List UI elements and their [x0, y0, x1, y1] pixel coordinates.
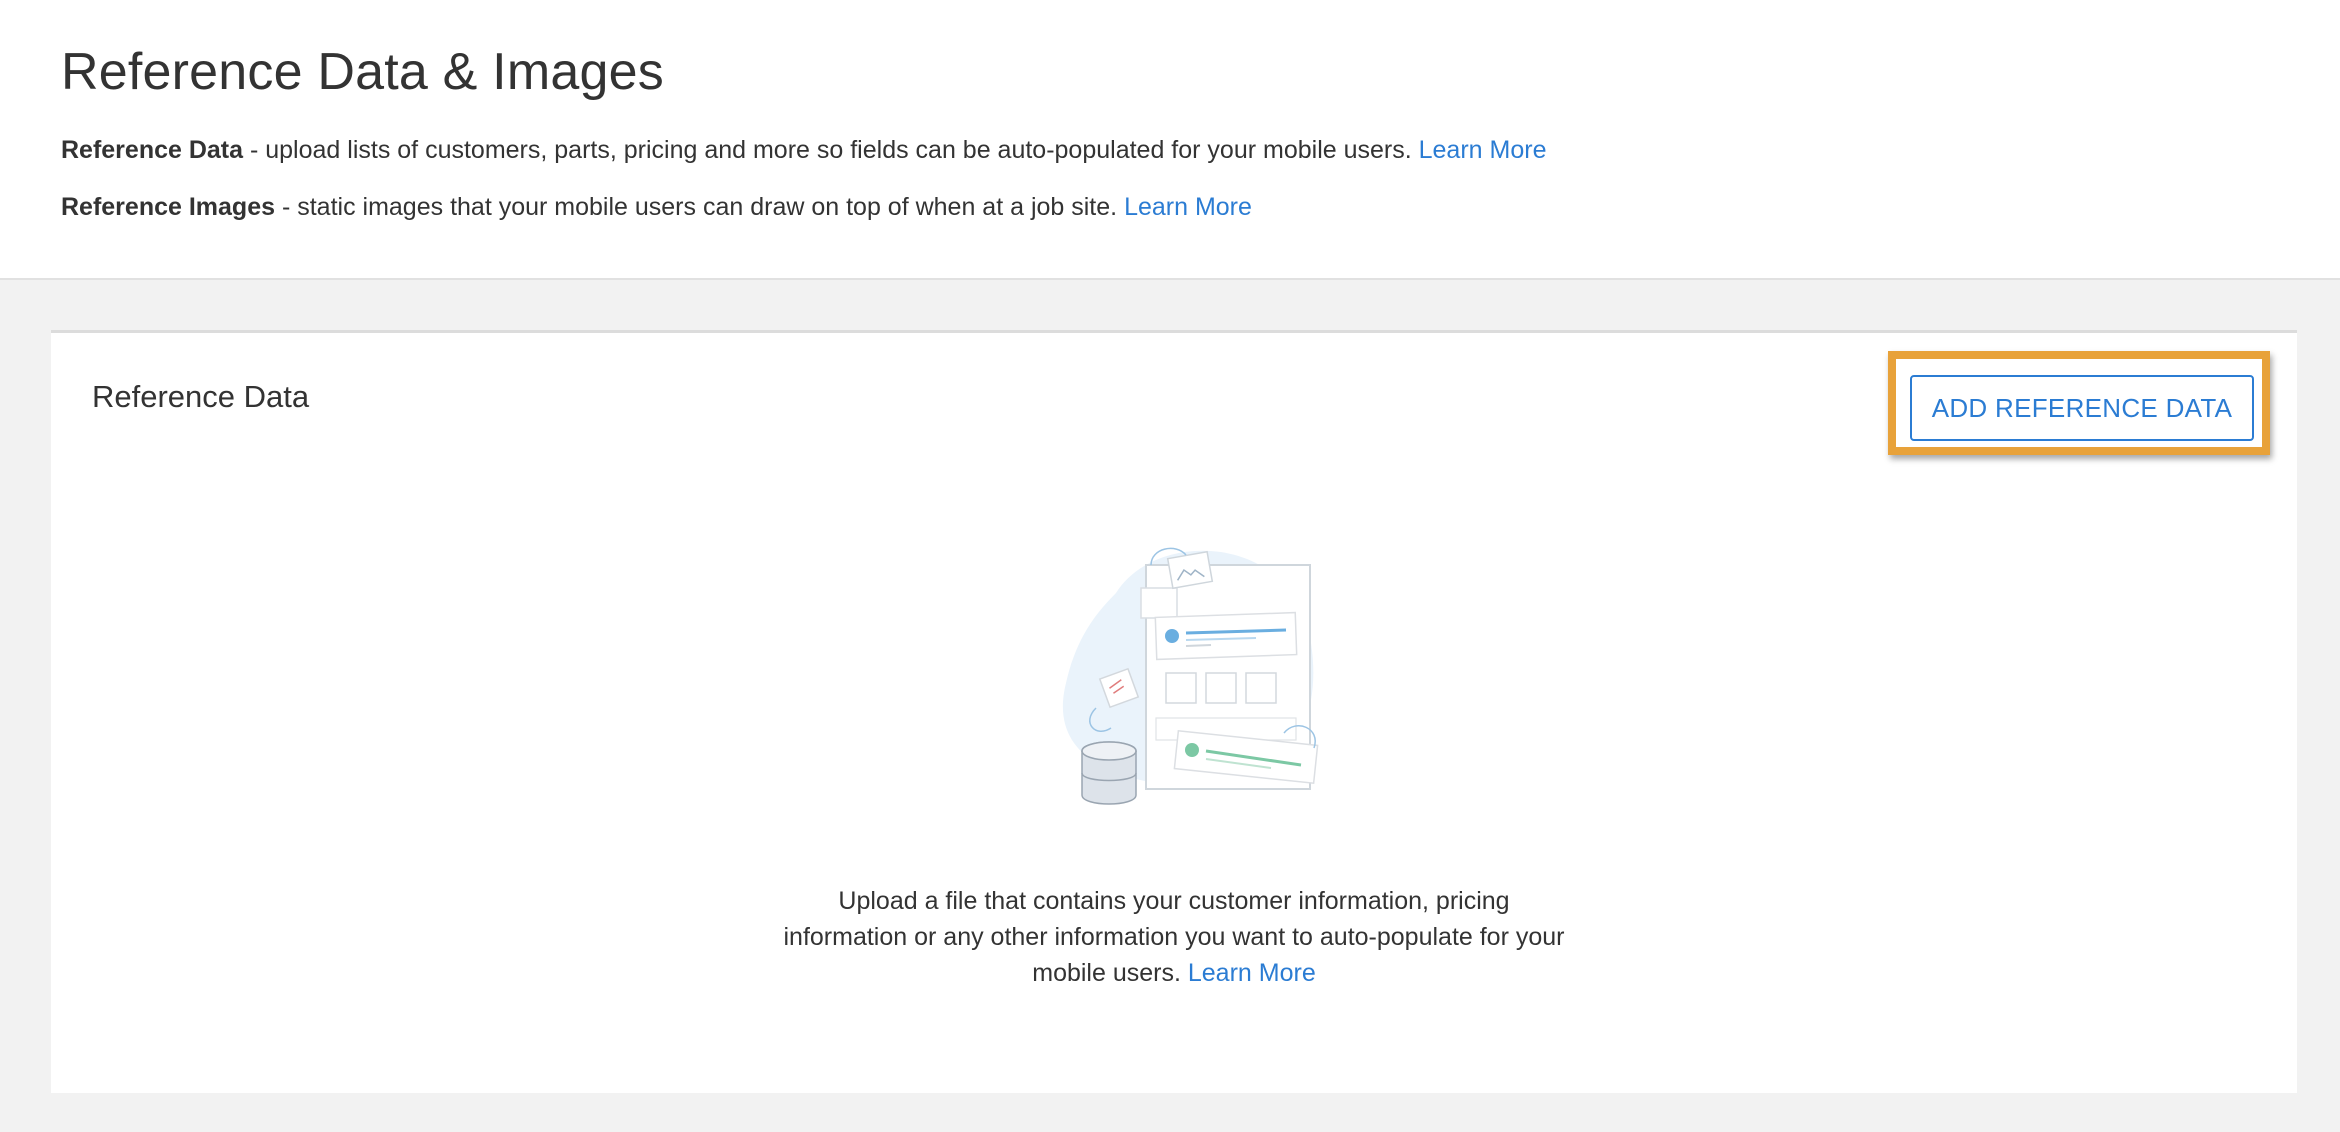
reference-data-learn-more-link[interactable]: Learn More [1419, 136, 1547, 164]
page-title: Reference Data & Images [61, 43, 664, 101]
empty-state-learn-more-link[interactable]: Learn More [1188, 959, 1316, 987]
reference-data-term: Reference Data [61, 136, 244, 164]
empty-state-message: Upload a file that contains your custome… [774, 883, 1574, 991]
reference-images-text: - static images that your mobile users c… [275, 193, 1125, 221]
reference-images-learn-more-link[interactable]: Learn More [1124, 193, 1252, 221]
page: Reference Data & Images Reference Data -… [0, 0, 2340, 1132]
card-title: Reference Data [92, 379, 310, 414]
reference-data-text: - upload lists of customers, parts, pric… [243, 136, 1419, 164]
empty-state-text: Upload a file that contains your custome… [783, 887, 1565, 987]
reference-data-description: Reference Data - upload lists of custome… [61, 136, 1546, 165]
reference-data-card: Reference Data ADD REFERENCE DATA Upload… [51, 330, 2297, 1093]
reference-images-term: Reference Images [61, 193, 276, 221]
reference-images-description: Reference Images - static images that yo… [61, 193, 1252, 222]
add-reference-data-button[interactable]: ADD REFERENCE DATA [1910, 375, 2254, 441]
reference-data-illustration-icon [1036, 533, 1376, 833]
page-header: Reference Data & Images Reference Data -… [0, 0, 2340, 280]
